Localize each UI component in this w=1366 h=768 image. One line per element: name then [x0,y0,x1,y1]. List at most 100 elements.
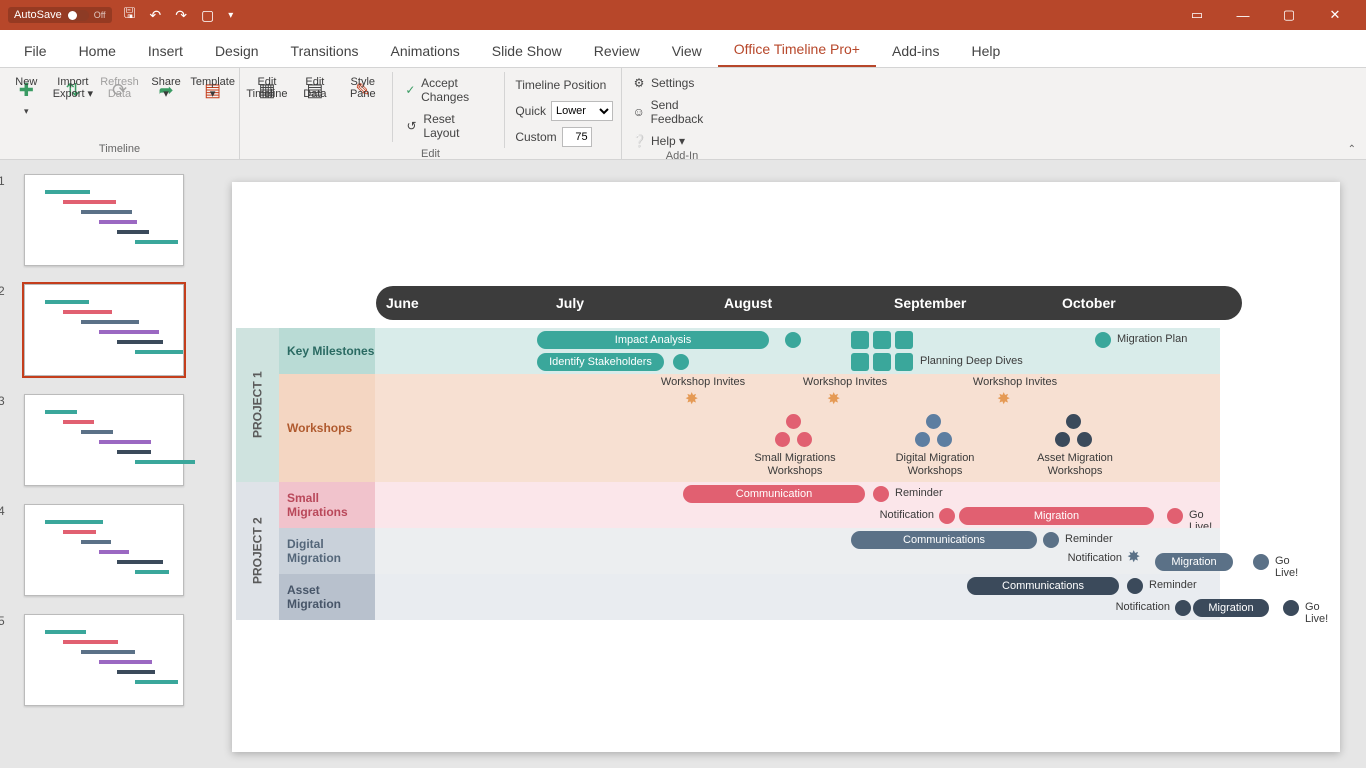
slide[interactable]: JuneJulyAugustSeptemberOctober Key Miles… [232,182,1340,752]
thumb-number: 5 [0,614,5,628]
feedback-button[interactable]: ☺Send Feedback [630,96,734,128]
tab-review[interactable]: Review [578,35,656,67]
new-button[interactable]: ✚ New ▾ [8,72,45,117]
titlebar: AutoSave Off 🖫 ↶ ↷ ▢ ▾ ▭ — ▢ ✕ [0,0,1366,30]
milestone-dot[interactable] [785,332,801,348]
thumbnail-panel[interactable]: 12345 [0,160,208,768]
cluster-label: Digital Migration Workshops [880,452,990,478]
tab-help[interactable]: Help [955,35,1016,67]
cluster-dot[interactable] [915,432,930,447]
settings-label: Settings [651,76,694,90]
tab-office-timeline-pro-[interactable]: Office Timeline Pro+ [718,33,876,67]
tab-file[interactable]: File [8,35,63,67]
slide-canvas-area[interactable]: JuneJulyAugustSeptemberOctober Key Miles… [208,160,1366,768]
cluster-dot[interactable] [1077,432,1092,447]
task-bar[interactable]: Communications [967,577,1119,595]
edit-data-button[interactable]: ▤ EditData [296,72,334,104]
milestone-dot[interactable] [1127,578,1143,594]
gear-icon-marker[interactable]: ✸ [685,392,701,408]
milestone-square[interactable] [851,331,869,349]
milestone-dot[interactable] [1175,600,1191,616]
milestone-dot[interactable] [873,486,889,502]
slide-thumbnail-1[interactable] [24,174,184,266]
gear-icon-marker[interactable]: ✸ [997,392,1013,408]
cluster-dot[interactable] [1066,414,1081,429]
milestone-label: Notification [1116,601,1170,613]
milestone-square[interactable] [873,353,891,371]
import-export-button[interactable]: ⇅ ImportExport ▾ [55,72,92,104]
autosave-toggle[interactable]: AutoSave Off [8,7,112,23]
milestone-dot[interactable] [1095,332,1111,348]
slide-thumbnail-2[interactable] [24,284,184,376]
refresh-data-button[interactable]: ⟳ RefreshData [101,72,138,104]
cluster-dot[interactable] [775,432,790,447]
present-icon[interactable]: ▢ [201,7,214,24]
save-icon[interactable]: 🖫 [124,3,136,27]
milestone-square[interactable] [895,353,913,371]
task-bar[interactable]: Migration [1193,599,1269,617]
tab-transitions[interactable]: Transitions [275,35,375,67]
edit-timeline-button[interactable]: ▦ EditTimeline [248,72,286,104]
task-bar[interactable]: Communications [851,531,1037,549]
milestone-square[interactable] [895,331,913,349]
share-button[interactable]: ➦ Share▾ [148,72,185,104]
accept-changes-button[interactable]: ✓Accept Changes [403,74,495,106]
slide-thumbnail-4[interactable] [24,504,184,596]
milestone-dot[interactable] [673,354,689,370]
milestone-dot[interactable] [1043,532,1059,548]
gear-icon-marker[interactable]: ✸ [827,392,843,408]
collapse-ribbon-icon[interactable]: ⌃ [1348,144,1356,155]
tab-design[interactable]: Design [199,35,275,67]
undo-icon[interactable]: ↶ [149,7,161,24]
reset-layout-button[interactable]: ↺Reset Layout [403,110,495,142]
custom-input[interactable] [562,127,592,147]
maximize-icon[interactable]: ▢ [1266,0,1312,30]
tab-view[interactable]: View [656,35,718,67]
custom-label: Custom [515,130,556,144]
quick-access-toolbar: 🖫 ↶ ↷ ▢ ▾ [124,3,234,27]
tab-insert[interactable]: Insert [132,35,199,67]
cluster-dot[interactable] [797,432,812,447]
tab-add-ins[interactable]: Add-ins [876,35,955,67]
cluster-dot[interactable] [1055,432,1070,447]
check-icon: ✓ [405,83,416,97]
gear-label: Workshop Invites [795,376,895,388]
task-bar[interactable]: Impact Analysis [537,331,769,349]
redo-icon[interactable]: ↷ [175,7,187,24]
cluster-dot[interactable] [786,414,801,429]
slide-thumbnail-3[interactable] [24,394,184,486]
milestone-dot[interactable] [1283,600,1299,616]
milestone-dot[interactable] [939,508,955,524]
help-label: Help ▾ [651,134,685,148]
cluster-dot[interactable] [937,432,952,447]
task-bar[interactable]: Migration [959,507,1154,525]
slide-thumbnail-5[interactable] [24,614,184,706]
style-pane-button[interactable]: ✎ StylePane [344,72,382,104]
settings-button[interactable]: ⚙Settings [630,74,734,92]
ribbon-display-icon[interactable]: ▭ [1174,0,1220,30]
milestone-label: Reminder [1149,579,1197,591]
minimize-icon[interactable]: — [1220,0,1266,30]
help-button[interactable]: ❔ Help ▾ [630,132,734,150]
autosave-label: AutoSave [14,9,62,21]
template-button[interactable]: ▤ Template▾ [194,72,231,104]
timeline-header: JuneJulyAugustSeptemberOctober [376,286,1242,320]
task-bar[interactable]: Identify Stakeholders [537,353,664,371]
task-bar[interactable]: Migration [1155,553,1233,571]
cluster-dot[interactable] [926,414,941,429]
gear-icon-marker[interactable]: ✸ [1127,550,1143,566]
qat-more-icon[interactable]: ▾ [228,10,233,21]
quick-select[interactable]: Lower [551,101,613,121]
close-icon[interactable]: ✕ [1312,0,1358,30]
tab-slide-show[interactable]: Slide Show [476,35,578,67]
help-icon: ❔ [632,134,646,148]
task-bar[interactable]: Communication [683,485,865,503]
milestone-dot[interactable] [1253,554,1269,570]
tab-animations[interactable]: Animations [374,35,475,67]
milestone-dot[interactable] [1167,508,1183,524]
group-edit: ▦ EditTimeline ▤ EditData ✎ StylePane ✓A… [240,68,622,159]
tab-home[interactable]: Home [63,35,132,67]
milestone-square[interactable] [873,331,891,349]
milestone-square[interactable] [851,353,869,371]
thumb-number: 2 [0,284,5,298]
